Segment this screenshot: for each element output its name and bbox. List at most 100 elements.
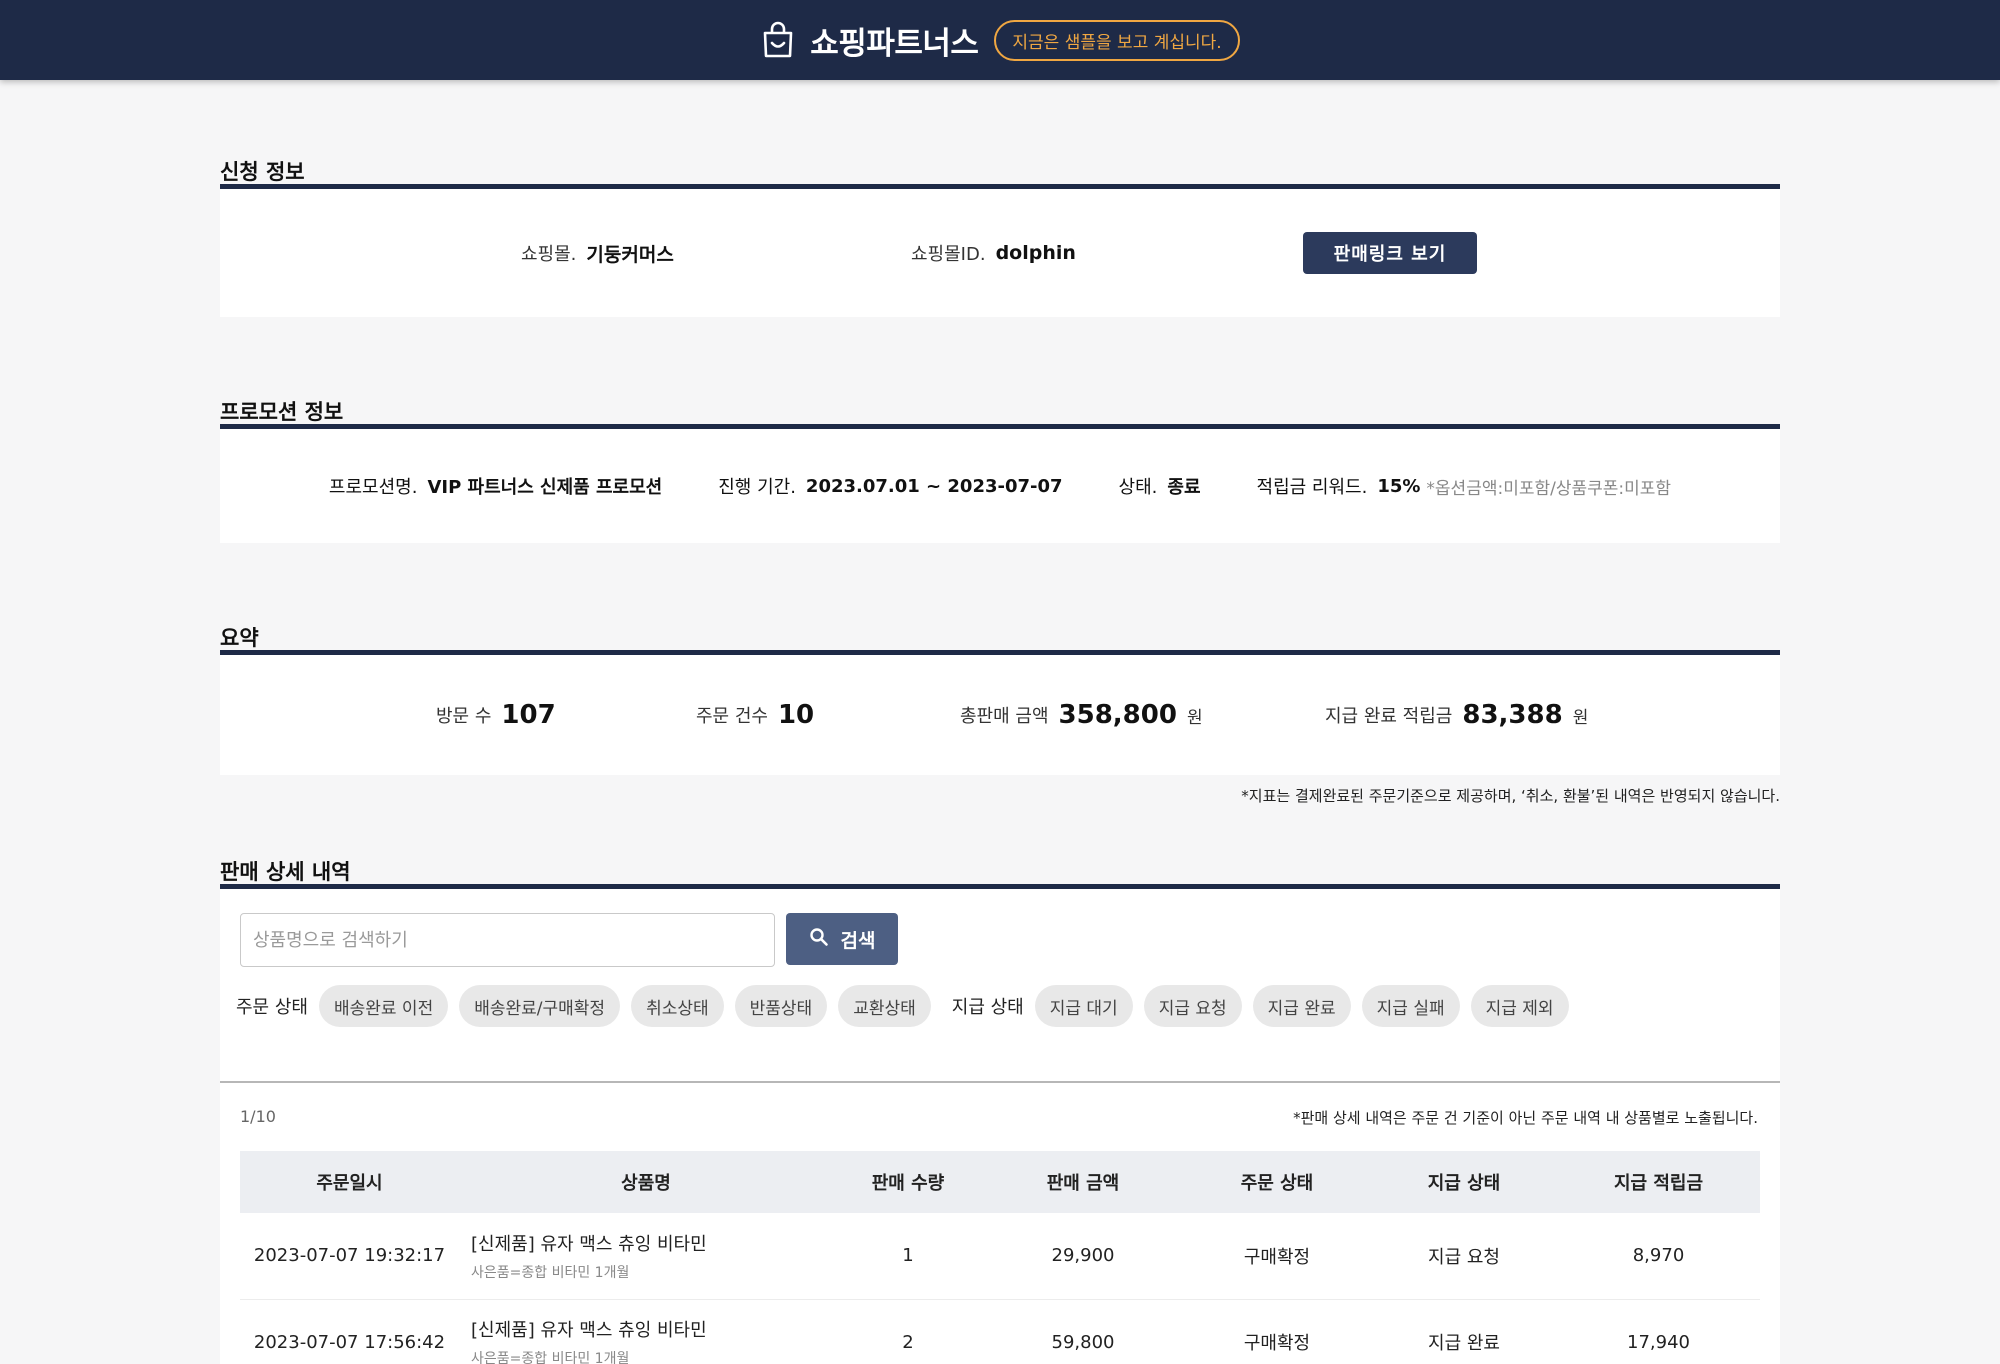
application-info-section: 신청 정보 쇼핑몰. 기둥커머스 쇼핑몰ID. dolphin 판매링크 보기 [220,156,1780,317]
sales-details-table: 주문일시 상품명 판매 수량 판매 금액 주문 상태 지급 상태 지급 적립금 … [240,1151,1760,1364]
promotion-reward-field: 적립금 리워드. 15% *옵션금액:미포함/상품쿠폰:미포함 [1257,473,1672,499]
section-title: 판매 상세 내역 [220,860,351,884]
promotion-period-value: 2023.07.01 ~ 2023-07-07 [805,475,1063,497]
section-title: 요약 [220,626,259,650]
total-sales-label: 총판매 금액 [960,706,1049,727]
amount-cell: 59,800 [983,1299,1183,1364]
order-status-chip[interactable]: 취소상태 [631,985,724,1027]
amount-cell: 29,900 [983,1213,1183,1300]
pay-status-chip[interactable]: 지급 실패 [1361,985,1460,1027]
promotion-info-card: 프로모션명. VIP 파트너스 신제품 프로모션 진행 기간. 2023.07.… [220,429,1780,543]
top-header: 쇼핑파트너스 지금은 샘플을 보고 계십니다. [0,0,2000,80]
search-button-label: 검색 [840,929,876,952]
pay-status-cell: 지급 요청 [1371,1213,1557,1300]
promotion-period-label: 진행 기간. [718,477,796,498]
column-header: 지급 적립금 [1557,1151,1760,1213]
column-header: 주문 상태 [1183,1151,1371,1213]
promotion-name-label: 프로모션명. [328,477,418,498]
paid-reward-label: 지급 완료 적립금 [1325,706,1453,727]
reward-cell: 8,970 [1557,1213,1760,1300]
mall-id-label: 쇼핑몰ID. [911,244,986,265]
total-sales-stat: 총판매 금액 358,800 원 [960,655,1203,775]
orders-stat: 주문 건수 10 [696,655,814,775]
visits-stat: 방문 수 107 [436,655,556,775]
paid-reward-value: 83,388 [1462,700,1563,730]
sales-details-card: 검색 주문 상태 배송완료 이전 배송완료/구매확정 취소상태 반품상태 교환상… [220,889,1780,1364]
product-gift: 사은품=종합 비타민 1개월 [471,1264,630,1281]
view-sales-link-button[interactable]: 판매링크 보기 [1303,232,1477,274]
table-row: 2023-07-07 19:32:17 [신제품] 유자 맥스 츄잉 비타민 사… [240,1213,1760,1300]
brand[interactable]: 쇼핑파트너스 [760,18,979,63]
pay-status-chip[interactable]: 지급 요청 [1143,985,1242,1027]
pay-status-chip[interactable]: 지급 제외 [1470,985,1569,1027]
column-header: 주문일시 [240,1151,459,1213]
order-status-chip[interactable]: 배송완료 이전 [318,985,449,1027]
product-name: [신제품] 유자 맥스 츄잉 비타민 [471,1233,707,1255]
quantity-cell: 1 [833,1213,983,1300]
table-row: 2023-07-07 17:56:42 [신제품] 유자 맥스 츄잉 비타민 사… [240,1299,1760,1364]
promotion-info-section: 프로모션 정보 프로모션명. VIP 파트너스 신제품 프로모션 진행 기간. … [220,396,1780,543]
summary-note: *지표는 결제완료된 주문기준으로 제공하며, ‘취소, 환불’된 내역은 반영… [1241,787,1780,805]
product-gift: 사은품=종합 비타민 1개월 [471,1351,630,1364]
quantity-cell: 2 [833,1299,983,1364]
promotion-reward-note: *옵션금액:미포함/상품쿠폰:미포함 [1426,478,1672,499]
order-status-chip[interactable]: 배송완료/구매확정 [459,985,621,1027]
orders-label: 주문 건수 [696,706,768,727]
column-header: 지급 상태 [1371,1151,1557,1213]
section-title: 신청 정보 [220,160,305,184]
reward-cell: 17,940 [1557,1299,1760,1364]
order-status-chip[interactable]: 반품상태 [734,985,828,1027]
shopping-bag-icon [760,21,796,59]
pay-status-cell: 지급 완료 [1371,1299,1557,1364]
total-sales-unit: 원 [1186,707,1203,728]
application-info-card: 쇼핑몰. 기둥커머스 쇼핑몰ID. dolphin 판매링크 보기 [220,189,1780,317]
page-count: 1/10 [240,1107,276,1126]
paid-reward-stat: 지급 완료 적립금 83,388 원 [1325,655,1588,775]
mall-id-field: 쇼핑몰ID. dolphin [911,189,1076,317]
pay-status-chip[interactable]: 지급 대기 [1034,985,1133,1027]
status-filters: 주문 상태 배송완료 이전 배송완료/구매확정 취소상태 반품상태 교환상태 지… [236,985,1569,1027]
column-header: 판매 금액 [983,1151,1183,1213]
order-status-cell: 구매확정 [1183,1299,1371,1364]
column-header: 상품명 [459,1151,833,1213]
total-sales-value: 358,800 [1058,700,1177,730]
search-icon [809,927,829,952]
section-title: 프로모션 정보 [220,400,344,424]
search-button[interactable]: 검색 [786,913,898,965]
column-header: 판매 수량 [833,1151,983,1213]
promotion-status-field: 상태. 종료 [1119,473,1201,499]
order-status-chip[interactable]: 교환상태 [838,985,931,1027]
sample-badge: 지금은 샘플을 보고 계십니다. [994,19,1240,61]
filter-divider [220,1081,1780,1083]
table-header-row: 주문일시 상품명 판매 수량 판매 금액 주문 상태 지급 상태 지급 적립금 [240,1151,1760,1213]
summary-card: 방문 수 107 주문 건수 10 총판매 금액 358,800 원 지급 완료… [220,655,1780,775]
mall-label: 쇼핑몰. [521,244,577,265]
mall-id-value: dolphin [995,242,1076,264]
pay-status-filter-label: 지급 상태 [951,997,1024,1018]
promotion-name-value: VIP 파트너스 신제품 프로모션 [427,477,663,498]
visits-label: 방문 수 [436,706,492,727]
visits-value: 107 [501,700,556,730]
orders-value: 10 [777,700,815,730]
promotion-period-field: 진행 기간. 2023.07.01 ~ 2023-07-07 [718,473,1062,499]
brand-name: 쇼핑파트너스 [810,25,979,62]
promotion-reward-value: 15% [1377,475,1421,497]
sales-details-section: 판매 상세 내역 검색 주문 상태 배송완료 이전 배송완료/구매확정 취소상태… [220,856,1780,1364]
product-search-input[interactable] [240,913,775,967]
mall-field: 쇼핑몰. 기둥커머스 [521,189,674,317]
mall-value: 기둥커머스 [586,243,674,266]
product-name: [신제품] 유자 맥스 츄잉 비타민 [471,1320,707,1341]
promotion-reward-label: 적립금 리워드. [1256,477,1368,498]
promotion-status-value: 종료 [1167,477,1201,498]
paid-reward-unit: 원 [1572,707,1589,728]
pay-status-chip[interactable]: 지급 완료 [1252,985,1351,1027]
table-note: *판매 상세 내역은 주문 건 기준이 아닌 주문 내역 내 상품별로 노출됩니… [1293,1109,1758,1127]
order-date-cell: 2023-07-07 19:32:17 [240,1213,459,1300]
order-status-filter-label: 주문 상태 [236,997,308,1018]
product-cell: [신제품] 유자 맥스 츄잉 비타민 사은품=종합 비타민 1개월 [459,1299,833,1364]
summary-section: 요약 방문 수 107 주문 건수 10 총판매 금액 358,800 원 지급… [220,622,1780,806]
product-cell: [신제품] 유자 맥스 츄잉 비타민 사은품=종합 비타민 1개월 [459,1213,833,1300]
order-status-cell: 구매확정 [1183,1213,1371,1300]
order-date-cell: 2023-07-07 17:56:42 [240,1299,459,1364]
promotion-name-field: 프로모션명. VIP 파트너스 신제품 프로모션 [329,473,662,499]
